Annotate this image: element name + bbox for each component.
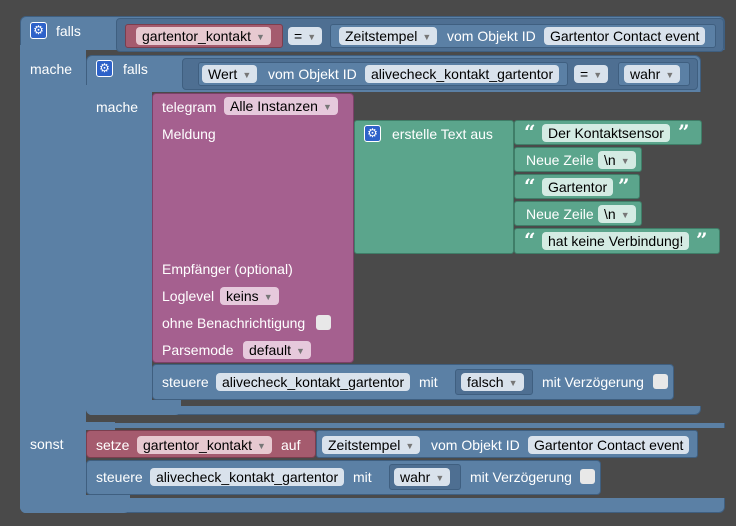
inner-falls-label: falls bbox=[123, 61, 148, 77]
dropdown-arrow-icon: ▼ bbox=[593, 70, 603, 80]
vom-objekt-label: vom Objekt ID bbox=[431, 437, 520, 453]
bool-dropdown[interactable]: falsch ▼ bbox=[461, 373, 524, 391]
inner-if-side bbox=[86, 85, 152, 415]
timestamp-dropdown[interactable]: Zeitstempel ▼ bbox=[339, 27, 438, 45]
dropdown-arrow-icon: ▼ bbox=[255, 32, 265, 42]
variable-dropdown[interactable]: gartentor_kontakt ▼ bbox=[137, 436, 272, 454]
dropdown-arrow-icon: ▼ bbox=[508, 378, 518, 388]
dropdown-arrow-icon: ▼ bbox=[620, 156, 630, 166]
parsemode-dropdown[interactable]: default ▼ bbox=[243, 341, 311, 359]
object-id-field[interactable]: alivecheck_kontakt_gartentor bbox=[365, 65, 560, 83]
instances-dropdown[interactable]: Alle Instanzen ▼ bbox=[224, 97, 338, 115]
parsemode-label: Parsemode bbox=[162, 342, 234, 358]
inner-if-bottom bbox=[86, 400, 181, 415]
vom-objekt-label: vom Objekt ID bbox=[268, 66, 357, 82]
loglevel-dropdown[interactable]: keins ▼ bbox=[220, 287, 279, 305]
quote-close-icon: ” bbox=[678, 120, 690, 144]
setze-label: setze bbox=[96, 437, 130, 453]
inner-mache-label: mache bbox=[96, 99, 139, 115]
empfaenger-label: Empfänger (optional) bbox=[162, 261, 293, 277]
if-sonst-label: sonst bbox=[30, 436, 64, 452]
gear-icon[interactable]: ⚙ bbox=[96, 60, 113, 77]
variable-dropdown[interactable]: gartentor_kontakt ▼ bbox=[136, 27, 271, 45]
delay-label: mit Verzögerung bbox=[542, 374, 644, 390]
quote-open-icon: “ bbox=[524, 120, 536, 144]
timestamp-dropdown[interactable]: Zeitstempel ▼ bbox=[322, 436, 421, 454]
object-id-field[interactable]: Gartentor Contact event bbox=[544, 27, 706, 45]
text-field[interactable]: Der Kontaktsensor bbox=[542, 124, 670, 142]
quote-close-icon: ” bbox=[618, 174, 630, 198]
dropdown-arrow-icon: ▼ bbox=[296, 346, 305, 356]
gear-icon[interactable]: ⚙ bbox=[30, 22, 47, 39]
newline-dropdown[interactable]: \n ▼ bbox=[598, 205, 636, 223]
text-create-label: erstelle Text aus bbox=[392, 126, 493, 142]
object-id-field[interactable]: Gartentor Contact event bbox=[528, 436, 690, 454]
value-field-dropdown[interactable]: Wert ▼ bbox=[202, 65, 258, 83]
if-block-bottom bbox=[20, 495, 130, 513]
newline-label: Neue Zeile bbox=[526, 152, 594, 168]
steuere-label: steuere bbox=[162, 374, 209, 390]
dropdown-arrow-icon: ▼ bbox=[263, 292, 273, 302]
dropdown-arrow-icon: ▼ bbox=[422, 32, 432, 42]
loglevel-label: Loglevel bbox=[162, 288, 215, 304]
control-object-field[interactable]: alivecheck_kontakt_gartentor bbox=[216, 373, 411, 391]
if-falls-label: falls bbox=[56, 23, 81, 39]
delay-label: mit Verzögerung bbox=[470, 469, 572, 485]
dropdown-arrow-icon: ▼ bbox=[242, 70, 252, 80]
newline-dropdown[interactable]: \n ▼ bbox=[598, 151, 636, 169]
dropdown-arrow-icon: ▼ bbox=[620, 210, 630, 220]
bool-dropdown[interactable]: wahr ▼ bbox=[624, 65, 681, 83]
dropdown-arrow-icon: ▼ bbox=[665, 70, 675, 80]
quote-close-icon: ” bbox=[696, 228, 708, 252]
mit-label: mit bbox=[419, 374, 438, 390]
dropdown-arrow-icon: ▼ bbox=[435, 473, 445, 483]
text-field[interactable]: Gartentor bbox=[542, 178, 614, 196]
checkbox-icon[interactable] bbox=[653, 374, 668, 389]
control-object-field[interactable]: alivecheck_kontakt_gartentor bbox=[150, 468, 345, 486]
checkbox-icon[interactable] bbox=[316, 315, 331, 330]
gear-icon[interactable]: ⚙ bbox=[364, 125, 381, 142]
text-field[interactable]: hat keine Verbindung! bbox=[542, 232, 690, 250]
dropdown-arrow-icon: ▼ bbox=[322, 102, 332, 112]
auf-label: auf bbox=[281, 437, 301, 453]
checkbox-icon[interactable] bbox=[580, 469, 595, 484]
meldung-label: Meldung bbox=[162, 126, 216, 142]
if-mache-label: mache bbox=[30, 61, 73, 77]
mit-label: mit bbox=[353, 469, 372, 485]
steuere-label: steuere bbox=[96, 469, 143, 485]
quote-open-icon: “ bbox=[524, 228, 536, 252]
dropdown-arrow-icon: ▼ bbox=[307, 32, 317, 42]
dropdown-arrow-icon: ▼ bbox=[405, 441, 415, 451]
newline-label: Neue Zeile bbox=[526, 206, 594, 222]
vom-objekt-label: vom Objekt ID bbox=[447, 28, 536, 44]
dropdown-arrow-icon: ▼ bbox=[256, 441, 266, 451]
operator-dropdown[interactable]: = ▼ bbox=[288, 27, 323, 45]
quote-open-icon: “ bbox=[524, 174, 536, 198]
ohne-benachrichtigung-label: ohne Benachrichtigung bbox=[162, 315, 306, 331]
operator-dropdown[interactable]: = ▼ bbox=[574, 65, 609, 83]
telegram-label: telegram bbox=[162, 99, 217, 115]
bool-dropdown[interactable]: wahr ▼ bbox=[394, 468, 451, 486]
